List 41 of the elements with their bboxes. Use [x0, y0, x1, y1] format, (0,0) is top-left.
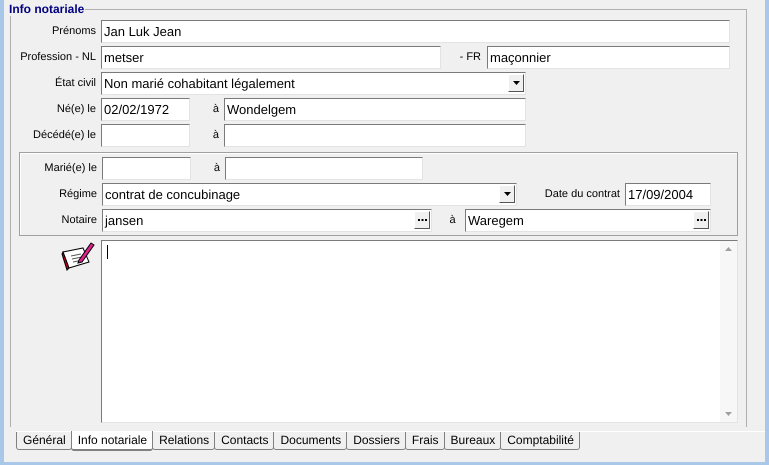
field-label: à [212, 103, 220, 115]
scroll-down-icon[interactable] [725, 412, 732, 416]
field-label: à [212, 162, 221, 174]
tab[interactable]: Frais [404, 432, 445, 450]
scrollbar[interactable] [720, 241, 737, 422]
dropdown[interactable]: Non marié cohabitant légalement [101, 72, 526, 94]
tab[interactable]: Relations [152, 432, 216, 450]
ellipsis-icon[interactable] [693, 211, 709, 229]
field-label: Profession - NL [19, 51, 97, 63]
tab[interactable]: Dossiers [346, 432, 406, 450]
input-field[interactable]: Jan Luk Jean [101, 20, 730, 42]
field-label: Prénoms [50, 25, 97, 37]
tab[interactable]: Comptabilité [500, 432, 580, 450]
field-label: Régime [58, 188, 98, 200]
field-label: État civil [54, 77, 97, 89]
dropdown[interactable]: contrat de concubinage [102, 182, 517, 206]
field-label: Né(e) le [56, 103, 97, 115]
lookup-field[interactable]: jansen [102, 208, 432, 232]
group-title: Info notariale [8, 2, 86, 16]
field-label: à [212, 129, 220, 141]
field-label: - FR [458, 51, 482, 63]
date-field[interactable]: 02/02/1972 [101, 98, 190, 120]
lookup-field[interactable]: Waregem [465, 208, 711, 232]
input-field[interactable]: Wondelgem [224, 98, 526, 120]
input-field[interactable] [225, 156, 423, 180]
notepad-pen-icon [61, 240, 95, 272]
date-field[interactable] [101, 124, 190, 146]
date-field[interactable]: 17/09/2004 [625, 182, 711, 206]
input-field[interactable]: maçonnier [487, 46, 730, 68]
scroll-up-icon[interactable] [725, 247, 732, 251]
input-field[interactable]: metser [101, 46, 441, 68]
tab[interactable]: Général [16, 432, 72, 450]
date-field[interactable] [102, 156, 191, 180]
tab[interactable]: Info notariale [70, 431, 154, 451]
input-field[interactable] [224, 124, 526, 146]
field-label: Date du contrat [544, 188, 621, 200]
field-label: Notaire [60, 214, 98, 226]
field-label: à [448, 214, 457, 226]
ellipsis-icon[interactable] [414, 211, 430, 229]
field-label: Décédé(e) le [32, 129, 97, 141]
field-label: Marié(e) le [43, 162, 98, 174]
